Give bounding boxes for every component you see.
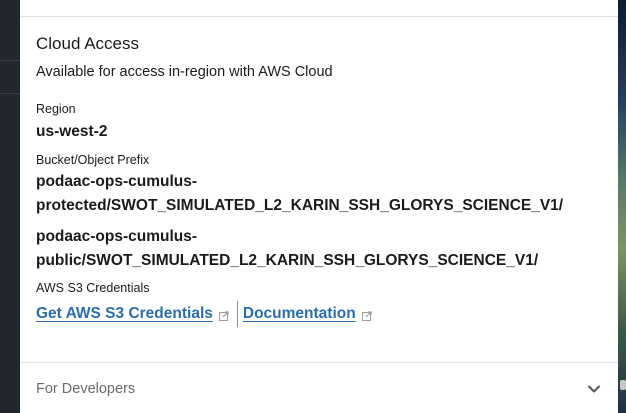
region-label: Region (36, 102, 76, 116)
bucket-prefix-label: Bucket/Object Prefix (36, 153, 150, 167)
for-developers-accordion[interactable]: For Developers (20, 363, 618, 413)
cloud-links: Get AWS S3 Credentials Documentation (36, 300, 372, 328)
bucket-line: protected/SWOT_SIMULATED_L2_KARIN_SSH_GL… (36, 197, 564, 214)
get-aws-s3-credentials-link[interactable]: Get AWS S3 Credentials (36, 305, 229, 323)
external-link-icon (361, 311, 372, 321)
for-developers-label: For Developers (36, 381, 136, 397)
external-link-icon (218, 311, 229, 321)
region-value: us-west-2 (36, 123, 108, 140)
background-divider (0, 93, 20, 94)
link-text: Documentation (242, 305, 356, 322)
link-separator (236, 301, 238, 327)
modal-panel: Cloud Access Available for access in-reg… (20, 0, 618, 413)
credentials-label: AWS S3 Credentials (36, 281, 150, 295)
link-text: Get AWS S3 Credentials (36, 305, 213, 322)
cloud-access-subtitle: Available for access in-region with AWS … (36, 64, 333, 80)
background-divider (0, 60, 20, 61)
cloud-access-title: Cloud Access (36, 34, 139, 53)
background-fleck (620, 380, 626, 390)
bucket-prefix-protected: podaac-ops-cumulus- protected/SWOT_SIMUL… (36, 170, 563, 218)
bucket-line: podaac-ops-cumulus- (36, 228, 198, 245)
background-image-strip (618, 0, 626, 413)
bucket-line: podaac-ops-cumulus- (36, 173, 198, 190)
top-divider (20, 16, 618, 17)
chevron-down-icon[interactable] (587, 384, 601, 394)
documentation-link[interactable]: Documentation (243, 305, 372, 323)
bucket-line: public/SWOT_SIMULATED_L2_KARIN_SSH_GLORY… (36, 252, 539, 269)
bucket-prefix-public: podaac-ops-cumulus- public/SWOT_SIMULATE… (36, 225, 538, 273)
background-left-strip (0, 0, 20, 413)
